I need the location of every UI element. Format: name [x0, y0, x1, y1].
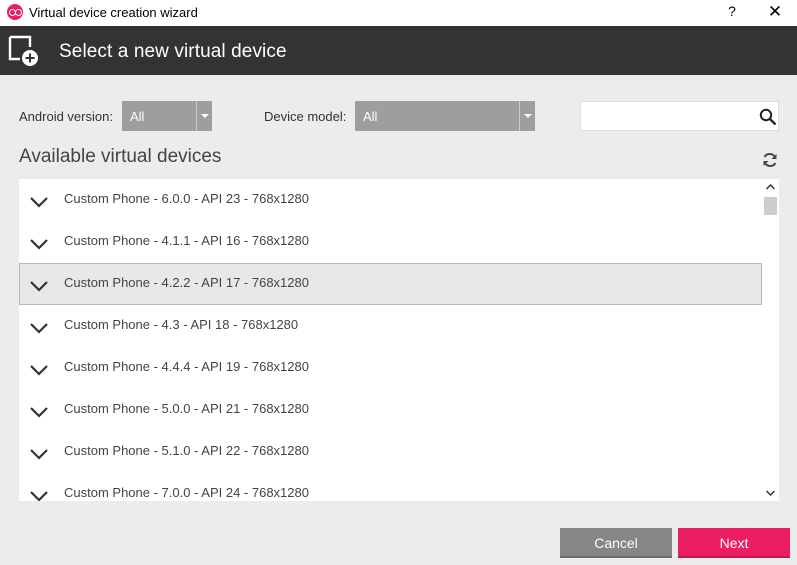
device-name: Custom Phone - 4.2.2 - API 17 - 768x1280 [64, 275, 309, 290]
chevron-down-icon[interactable] [29, 490, 49, 501]
chevron-down-icon[interactable] [29, 448, 49, 460]
device-model-label: Device model: [264, 109, 347, 124]
list-item[interactable]: Custom Phone - 4.4.4 - API 19 - 768x1280 [19, 347, 762, 389]
genymotion-icon [7, 4, 23, 20]
close-button[interactable]: ✕ [764, 1, 786, 23]
chevron-down-icon[interactable] [29, 364, 49, 376]
add-device-icon [8, 35, 38, 66]
chevron-down-icon [519, 101, 535, 131]
android-version-label: Android version: [19, 109, 113, 124]
list-item[interactable]: Custom Phone - 4.3 - API 18 - 768x1280 [19, 305, 762, 347]
device-model-select[interactable]: All [355, 101, 535, 131]
help-button[interactable]: ? [724, 3, 740, 21]
device-model-value: All [363, 109, 378, 124]
list-item[interactable]: Custom Phone - 5.1.0 - API 22 - 768x1280 [19, 431, 762, 473]
search-input[interactable] [585, 106, 751, 126]
scroll-thumb[interactable] [764, 197, 777, 215]
section-title: Available virtual devices [19, 146, 222, 167]
chevron-down-icon[interactable] [29, 406, 49, 418]
chevron-down-icon[interactable] [29, 238, 49, 250]
chevron-down-icon[interactable] [29, 280, 49, 292]
device-name: Custom Phone - 5.0.0 - API 21 - 768x1280 [64, 401, 309, 416]
search-box [580, 101, 779, 131]
scroll-up-icon[interactable] [762, 179, 779, 196]
list-scrollbar[interactable] [762, 179, 779, 501]
refresh-icon[interactable] [761, 151, 779, 169]
device-name: Custom Phone - 4.1.1 - API 16 - 768x1280 [64, 233, 309, 248]
list-item[interactable]: Custom Phone - 6.0.0 - API 23 - 768x1280 [19, 179, 762, 221]
window-title: Virtual device creation wizard [29, 5, 198, 20]
chevron-down-icon [196, 101, 212, 131]
device-list: Custom Phone - 6.0.0 - API 23 - 768x1280… [19, 179, 779, 501]
title-bar: Virtual device creation wizard ? ✕ [0, 0, 797, 26]
list-item[interactable]: Custom Phone - 4.1.1 - API 16 - 768x1280 [19, 221, 762, 263]
header-title: Select a new virtual device [59, 41, 287, 62]
device-name: Custom Phone - 6.0.0 - API 23 - 768x1280 [64, 191, 309, 206]
device-name: Custom Phone - 4.4.4 - API 19 - 768x1280 [64, 359, 309, 374]
scroll-down-icon[interactable] [762, 484, 779, 501]
chevron-down-icon[interactable] [29, 322, 49, 334]
android-version-select[interactable]: All [122, 101, 212, 131]
cancel-button[interactable]: Cancel [560, 528, 672, 558]
chevron-down-icon[interactable] [29, 196, 49, 208]
wizard-header: Select a new virtual device [0, 26, 797, 75]
next-button[interactable]: Next [678, 528, 790, 558]
search-icon[interactable] [759, 108, 777, 126]
list-item[interactable]: Custom Phone - 5.0.0 - API 21 - 768x1280 [19, 389, 762, 431]
list-item[interactable]: Custom Phone - 7.0.0 - API 24 - 768x1280 [19, 473, 762, 501]
list-item-selected[interactable]: Custom Phone - 4.2.2 - API 17 - 768x1280 [19, 263, 762, 305]
device-name: Custom Phone - 5.1.0 - API 22 - 768x1280 [64, 443, 309, 458]
device-name: Custom Phone - 4.3 - API 18 - 768x1280 [64, 317, 299, 332]
android-version-value: All [130, 109, 145, 124]
device-name: Custom Phone - 7.0.0 - API 24 - 768x1280 [64, 485, 309, 500]
